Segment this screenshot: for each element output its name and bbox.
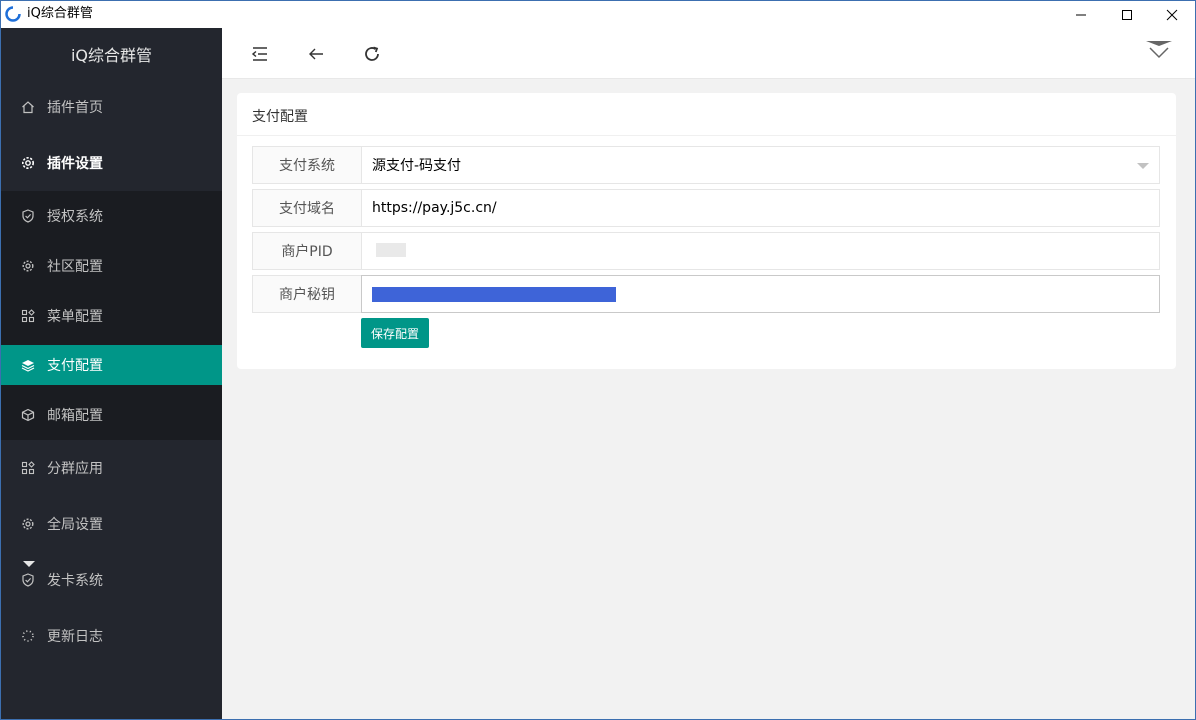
layers-icon [21, 358, 35, 372]
refresh-icon [365, 46, 379, 61]
payment-config-card: 支付配置 支付系统 源支付-码支付 支付域名 https://pay.j5c.c… [237, 93, 1176, 369]
payment-domain-input[interactable]: https://pay.j5c.cn/ [361, 189, 1160, 227]
merchant-key-input[interactable] [361, 275, 1160, 313]
window-title: iQ综合群管 [27, 6, 93, 21]
toggle-sidebar-button[interactable] [250, 44, 270, 64]
sidebar-item-label: 分群应用 [47, 461, 103, 477]
app-logo-icon [5, 6, 21, 22]
form-row-payment-domain: 支付域名 https://pay.j5c.cn/ [252, 189, 1160, 227]
sidebar-item-label: 邮箱配置 [47, 408, 103, 424]
app-grid-icon [21, 309, 35, 323]
shield-icon [21, 573, 35, 587]
user-menu-button[interactable] [1144, 38, 1174, 62]
sidebar-item-label: 发卡系统 [47, 573, 103, 589]
gear-icon [21, 517, 35, 531]
form-label: 支付系统 [252, 146, 362, 184]
sidebar-item-label: 支付配置 [47, 358, 103, 374]
dropdown-arrow-icon [1137, 163, 1149, 169]
sidebar-item-community[interactable]: 社区配置 [1, 241, 222, 291]
sidebar: iQ综合群管 插件首页 插件设置 授权系统 社区配置 菜单配置 支付配置 邮箱配… [1, 28, 222, 719]
sidebar-item-payment[interactable]: 支付配置 [1, 345, 222, 385]
title-bar: iQ综合群管 [1, 1, 1195, 28]
app-grid-icon [21, 461, 35, 475]
close-icon [1166, 9, 1178, 20]
back-button[interactable] [306, 44, 326, 64]
form-label: 商户秘钥 [252, 275, 362, 313]
sidebar-item-label: 插件首页 [47, 100, 103, 116]
sidebar-item-label: 插件设置 [47, 156, 103, 172]
sidebar-item-menu-config[interactable]: 菜单配置 [1, 291, 222, 341]
maximize-button[interactable] [1104, 1, 1150, 28]
sidebar-item-auth[interactable]: 授权系统 [1, 191, 222, 241]
input-value: https://pay.j5c.cn/ [372, 200, 497, 216]
sidebar-item-label: 菜单配置 [47, 309, 103, 325]
payment-system-select[interactable]: 源支付-码支付 [361, 146, 1160, 184]
minimize-icon [1076, 14, 1086, 15]
top-toolbar [222, 28, 1195, 79]
sidebar-title: iQ综合群管 [1, 28, 222, 79]
form-row-merchant-pid: 商户PID [252, 232, 1160, 270]
form-label: 支付域名 [252, 189, 362, 227]
sidebar-item-label: 更新日志 [47, 629, 103, 645]
sidebar-item-changelog[interactable]: 更新日志 [1, 608, 222, 664]
sidebar-item-label: 社区配置 [47, 259, 103, 275]
maximize-icon [1122, 9, 1132, 20]
select-value: 源支付-码支付 [372, 158, 462, 174]
sidebar-item-global-settings[interactable]: 全局设置 [1, 496, 222, 552]
sidebar-item-group-apps[interactable]: 分群应用 [1, 440, 222, 496]
gear-icon [21, 259, 35, 273]
form-label: 商户PID [252, 232, 362, 270]
cube-icon [21, 408, 35, 422]
sidebar-item-email[interactable]: 邮箱配置 [1, 390, 222, 440]
close-button[interactable] [1149, 1, 1195, 28]
form-row-payment-system: 支付系统 源支付-码支付 [252, 146, 1160, 184]
merchant-pid-input[interactable] [361, 232, 1160, 270]
form-row-merchant-key: 商户秘钥 [252, 275, 1160, 313]
sidebar-item-label: 全局设置 [47, 517, 103, 533]
arrow-left-icon [309, 48, 323, 60]
redacted-selection [372, 287, 616, 302]
sidebar-item-card-system[interactable]: 发卡系统 [1, 552, 222, 608]
save-config-button[interactable]: 保存配置 [361, 318, 429, 348]
card-title: 支付配置 [252, 109, 308, 125]
sidebar-item-label: 授权系统 [47, 209, 103, 225]
shield-icon [21, 209, 35, 223]
gear-icon [21, 156, 35, 170]
card-header: 支付配置 [237, 93, 1176, 136]
home-icon [21, 100, 35, 114]
app-window: iQ综合群管 iQ综合群管 插件首页 插件设置 授权系统 社区配置 菜单配置 支… [0, 0, 1196, 720]
indent-icon [251, 47, 267, 61]
minimize-button[interactable] [1058, 1, 1104, 28]
loading-icon [21, 629, 35, 643]
refresh-button[interactable] [362, 44, 382, 64]
chevron-down-icon [1146, 41, 1172, 59]
sidebar-item-home[interactable]: 插件首页 [1, 79, 222, 135]
redacted-value [376, 243, 406, 257]
sidebar-item-plugin-settings[interactable]: 插件设置 [1, 135, 222, 191]
